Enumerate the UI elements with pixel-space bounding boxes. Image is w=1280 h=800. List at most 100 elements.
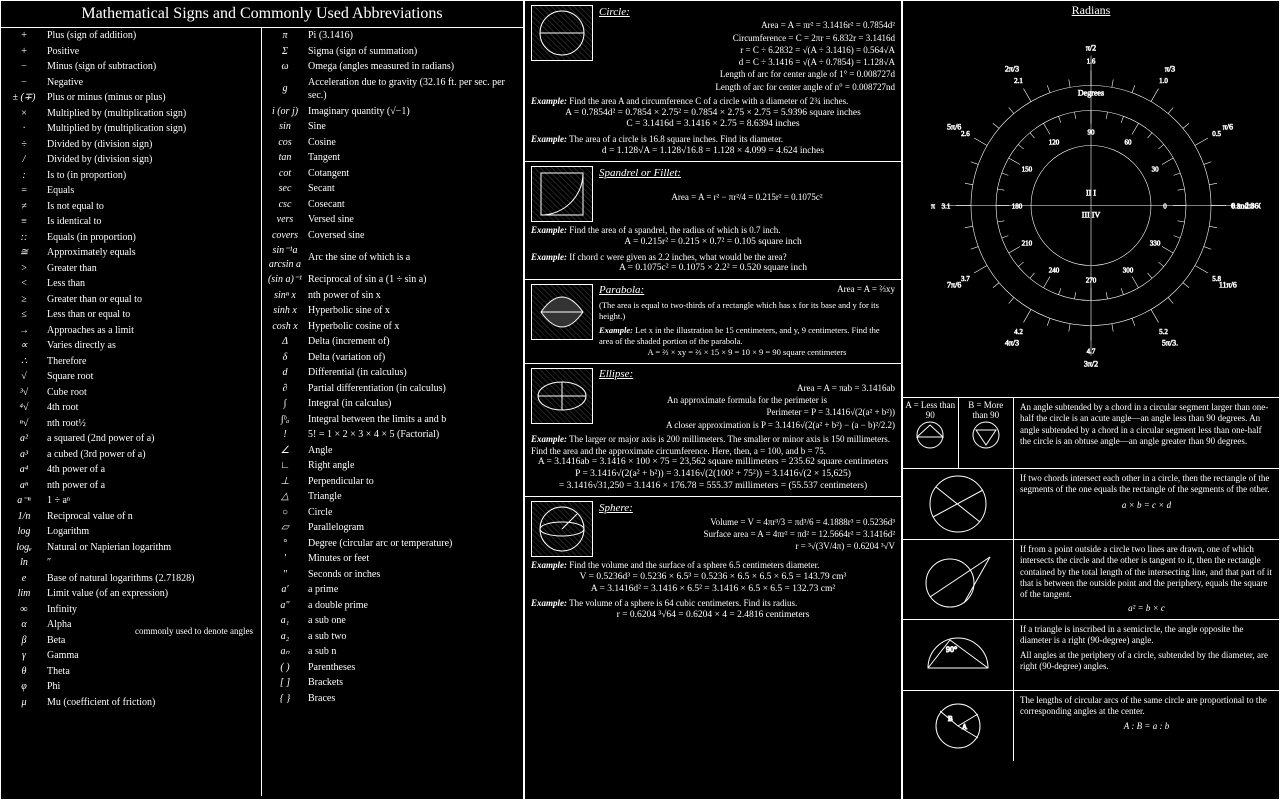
symbol: cosh x [262, 320, 308, 334]
symbol: sin⁻¹a arcsin a [262, 244, 308, 271]
sign-row: logₑNatural or Napierian logarithm [1, 540, 261, 556]
parabola-panel: Parabola: Area = A = ⅔xy (The area is eq… [525, 280, 901, 364]
circle-diagram [531, 5, 593, 61]
description: Approaches as a limit [47, 324, 261, 338]
signs-table: Mathematical Signs and Commonly Used Abb… [0, 0, 524, 800]
svg-text:120: 120 [1049, 138, 1060, 146]
description: Minutes or feet [308, 552, 523, 566]
sign-row: ≤Less than or equal to [1, 307, 261, 323]
sign-row: ::Equals (in proportion) [1, 230, 261, 246]
symbol: ≡ [1, 215, 47, 229]
sign-row: !5! = 1 × 2 × 3 × 4 × 5 (Factorial) [262, 427, 523, 443]
sign-row: sinh xHyperbolic sine of x [262, 303, 523, 319]
description: Limit value (of an expression) [47, 587, 261, 601]
description: nth power of sin x [308, 289, 523, 303]
description: Sigma (sign of summation) [308, 45, 523, 59]
symbol: − [1, 60, 47, 74]
symbol: π [262, 29, 308, 43]
symbol: θ [1, 665, 47, 679]
sign-row: ωOmega (angles measured in radians) [262, 59, 523, 75]
description: Perpendicular to [308, 475, 523, 489]
description: Gamma [47, 649, 261, 663]
sign-row: ″Seconds or inches [262, 567, 523, 583]
description: Parallelogram [308, 521, 523, 535]
sign-row: ∫ᵇₐIntegral between the limits a and b [262, 412, 523, 428]
description: Hyperbolic cosine of x [308, 320, 523, 334]
symbol: { } [262, 692, 308, 706]
symbol: ° [262, 537, 308, 551]
svg-text:4.7: 4.7 [1087, 347, 1096, 355]
svg-text:5π/3.: 5π/3. [1162, 338, 1178, 347]
svg-text:2.6: 2.6 [961, 130, 970, 138]
sphere-diagram [531, 501, 593, 557]
symbol: :: [1, 231, 47, 245]
symbol: ▱ [262, 521, 308, 535]
description: Angle [308, 444, 523, 458]
symbol: ″ [262, 568, 308, 582]
description: Is to (in proportion) [47, 169, 261, 183]
angle-note: commonly used to denote angles [135, 627, 253, 637]
sign-row: ⊥Perpendicular to [262, 474, 523, 490]
sign-row: :Is to (in proportion) [1, 168, 261, 184]
description: Parentheses [308, 661, 523, 675]
symbol: ∟ [262, 459, 308, 473]
page-title: Mathematical Signs and Commonly Used Abb… [1, 1, 523, 28]
description: Acceleration due to gravity (32.16 ft. p… [308, 76, 523, 103]
sign-row: °Degree (circular arc or temperature) [262, 536, 523, 552]
symbol: Σ [262, 45, 308, 59]
sign-row: cosh xHyperbolic cosine of x [262, 319, 523, 335]
description: Approximately equals [47, 246, 261, 260]
description: Theta [47, 665, 261, 679]
signs-left-column: +Plus (sign of addition)+Positive−Minus … [1, 28, 262, 796]
symbol: Δ [262, 335, 308, 349]
description: Partial differentiation (in calculus) [308, 382, 523, 396]
description: a sub n [308, 645, 523, 659]
symbol: ln [1, 556, 47, 570]
spandrel-title: Spandrel or Fillet: [599, 166, 895, 181]
sign-row: a₁a sub one [262, 613, 523, 629]
svg-text:30: 30 [1152, 165, 1160, 173]
symbol: vers [262, 213, 308, 227]
symbol: a′ [262, 583, 308, 597]
formulas-column: Circle:Area = A = πr² = 3.1416r² = 0.785… [524, 0, 902, 800]
symbol: γ [1, 649, 47, 663]
svg-text:90: 90 [1088, 128, 1096, 136]
sign-row: ∠Angle [262, 443, 523, 459]
description: Less than [47, 277, 261, 291]
description: Divided by (division sign) [47, 138, 261, 152]
description: Cube root [47, 386, 261, 400]
sign-row: coversCoversed sine [262, 228, 523, 244]
symbol: covers [262, 229, 308, 243]
sign-row: a³a cubed (3rd power of a) [1, 447, 261, 463]
description: 4th power of a [47, 463, 261, 477]
symbol: μ [1, 696, 47, 710]
symbol: ⁴√ [1, 401, 47, 415]
sign-row: a₂a sub two [262, 629, 523, 645]
sign-row: ≥Greater than or equal to [1, 292, 261, 308]
description: 1 ÷ aⁿ [47, 494, 261, 508]
svg-text:A: A [962, 723, 967, 731]
sign-row: +Plus (sign of addition) [1, 28, 261, 44]
symbol: √ [1, 370, 47, 384]
symbol: lim [1, 587, 47, 601]
sign-row: sinSine [262, 119, 523, 135]
description: 5! = 1 × 2 × 3 × 4 × 5 (Factorial) [308, 428, 523, 442]
sign-row: −Minus (sign of subtraction) [1, 59, 261, 75]
symbol: ± (∓) [1, 91, 47, 105]
symbol: 1/n [1, 510, 47, 524]
sign-row: ∂Partial differentiation (in calculus) [262, 381, 523, 397]
sign-row: (sin a)⁻¹Reciprocal of sin a (1 ÷ sin a) [262, 272, 523, 288]
symbol: ∫ᵇₐ [262, 413, 308, 427]
sign-row: { }Braces [262, 691, 523, 707]
sign-row: πPi (3.1416) [262, 28, 523, 44]
svg-text:5π/6: 5π/6 [947, 122, 961, 131]
svg-text:II I: II I [1086, 188, 1096, 197]
symbol: ○ [262, 506, 308, 520]
description: Greater than [47, 262, 261, 276]
description: Cosecant [308, 198, 523, 212]
sign-row: >Greater than [1, 261, 261, 277]
description: Integral between the limits a and b [308, 413, 523, 427]
description: Is not equal to [47, 200, 261, 214]
description: Circle [308, 506, 523, 520]
sign-row: a⁻ⁿ1 ÷ aⁿ [1, 493, 261, 509]
